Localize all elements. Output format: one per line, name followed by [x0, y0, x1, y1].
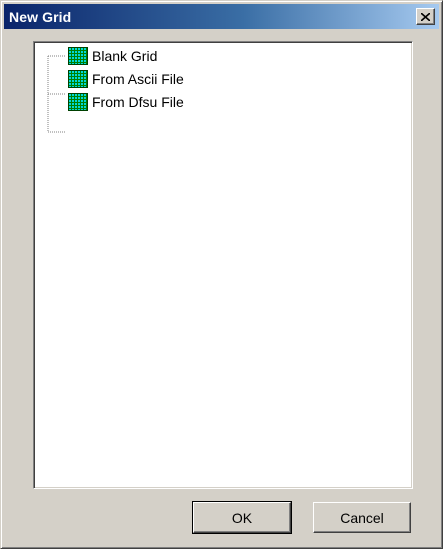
ok-button[interactable]: OK [192, 501, 292, 534]
grid-type-tree[interactable]: Blank Grid From Ascii File From Dfsu Fil… [33, 41, 413, 489]
close-icon [421, 12, 430, 21]
close-button[interactable] [416, 8, 435, 25]
tree-item-from-dfsu-file[interactable]: From Dfsu File [68, 92, 184, 112]
grid-icon [68, 93, 88, 111]
title-bar[interactable]: New Grid [4, 4, 439, 29]
tree-item-blank-grid[interactable]: Blank Grid [68, 46, 157, 66]
tree-item-label: From Ascii File [92, 71, 184, 87]
grid-icon [68, 70, 88, 88]
dialog-title: New Grid [9, 8, 72, 25]
tree-item-label: From Dfsu File [92, 94, 184, 110]
tree-item-label: Blank Grid [92, 48, 158, 64]
grid-icon [68, 47, 88, 65]
cancel-button[interactable]: Cancel [313, 502, 411, 533]
tree-item-from-ascii-file[interactable]: From Ascii File [68, 69, 184, 89]
new-grid-dialog: New Grid Blank Grid From Ascii File From… [0, 0, 443, 549]
